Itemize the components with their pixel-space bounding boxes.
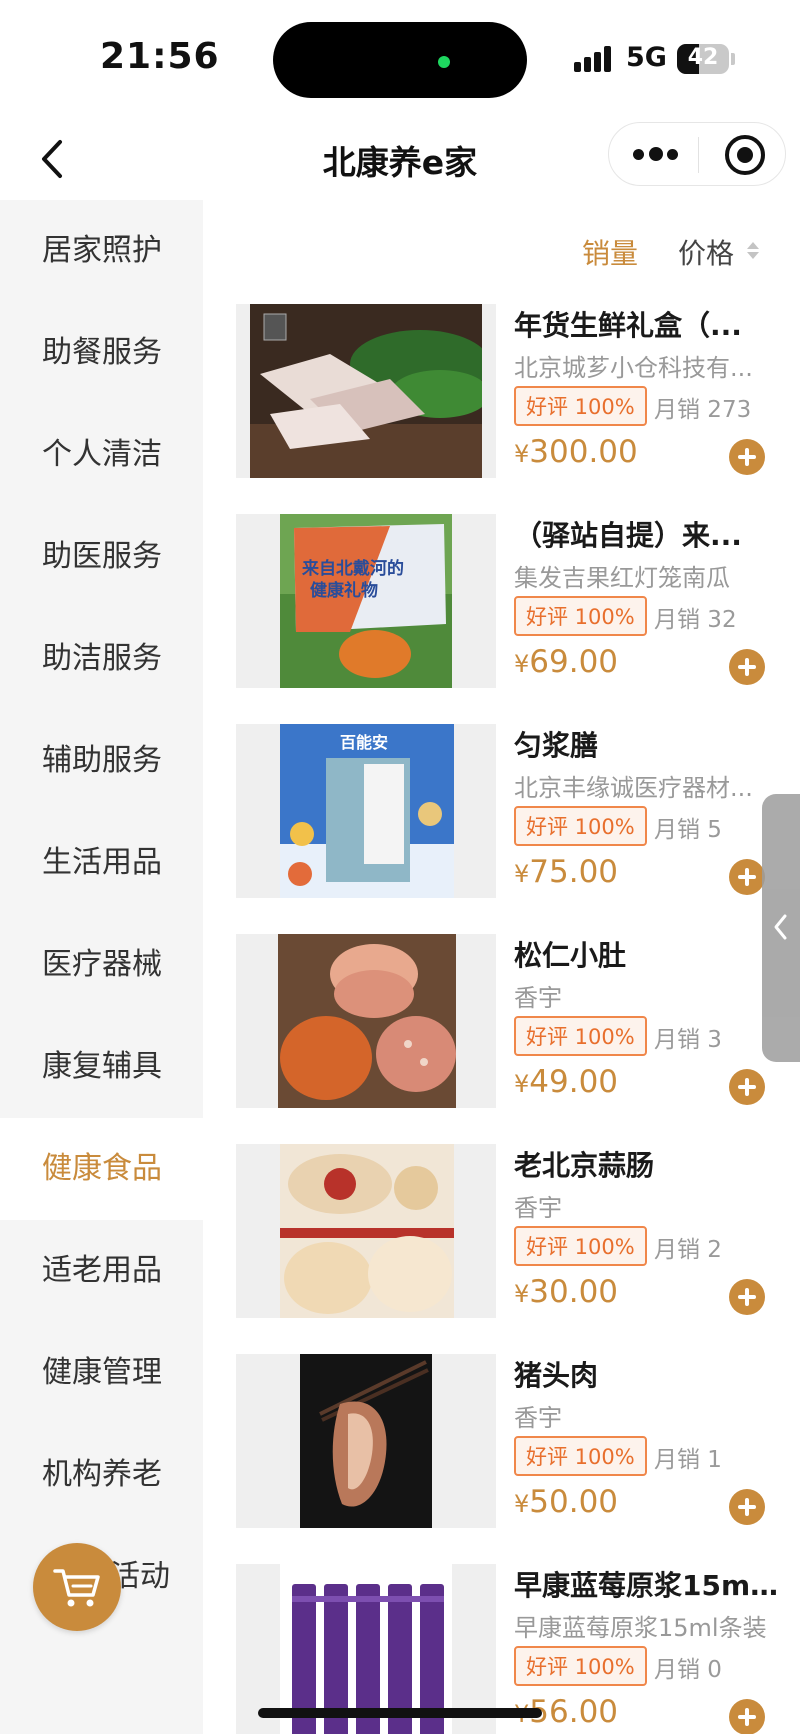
rating-badge: 好评 100% bbox=[514, 596, 647, 636]
add-to-cart-button[interactable] bbox=[729, 859, 765, 895]
box-text: 来自北戴河的 bbox=[301, 558, 404, 579]
product-title: 早康蓝莓原浆15m... bbox=[514, 1569, 779, 1602]
page-title: 北康养e家 bbox=[322, 143, 478, 182]
camera-indicator-icon bbox=[438, 56, 450, 68]
brand-text: 百能安 bbox=[340, 733, 388, 752]
add-to-cart-button[interactable] bbox=[729, 1699, 765, 1734]
sidebar-item-assist-service[interactable]: 辅助服务 bbox=[0, 710, 203, 812]
product-price: ¥69.00 bbox=[514, 644, 619, 680]
product-image: 百能安 bbox=[236, 724, 496, 898]
rating-badge: 好评 100% bbox=[514, 1016, 647, 1056]
monthly-sales: 月销 32 bbox=[654, 607, 737, 633]
battery-tip bbox=[731, 53, 735, 65]
capsule-divider bbox=[698, 137, 699, 173]
product-shop: 香宇 bbox=[514, 1194, 562, 1222]
product-card[interactable]: 来自北戴河的 健康礼物 （驿站自提）来... 集发吉果红灯笼南瓜 好评 100%… bbox=[236, 514, 781, 688]
product-title: 匀浆膳 bbox=[514, 729, 599, 762]
product-shop: 早康蓝莓原浆15ml条装 bbox=[514, 1614, 767, 1642]
product-price: ¥300.00 bbox=[514, 434, 638, 470]
product-shop: 香宇 bbox=[514, 1404, 562, 1432]
chevron-left-icon bbox=[774, 914, 787, 940]
box-text: 健康礼物 bbox=[310, 580, 378, 601]
target-icon bbox=[737, 147, 753, 163]
back-button[interactable] bbox=[30, 134, 80, 184]
add-to-cart-button[interactable] bbox=[729, 1069, 765, 1105]
dynamic-island bbox=[273, 22, 527, 98]
sort-by-sales[interactable]: 销量 bbox=[582, 232, 638, 272]
monthly-sales: 月销 0 bbox=[654, 1657, 722, 1683]
home-indicator bbox=[258, 1708, 542, 1718]
sort-by-price[interactable]: 价格 bbox=[678, 232, 734, 272]
rating-badge: 好评 100% bbox=[514, 1226, 647, 1266]
sidebar-item-medical-assist[interactable]: 助医服务 bbox=[0, 506, 203, 608]
signal-icon bbox=[574, 46, 614, 72]
rating-badge: 好评 100% bbox=[514, 1646, 647, 1686]
mini-program-capsule bbox=[608, 122, 786, 186]
sidebar-item-elderly-goods[interactable]: 适老用品 bbox=[0, 1220, 203, 1322]
product-price: ¥50.00 bbox=[514, 1484, 619, 1520]
add-to-cart-button[interactable] bbox=[729, 1489, 765, 1525]
sidebar-item-personal-cleaning[interactable]: 个人清洁 bbox=[0, 404, 203, 506]
product-title: 老北京蒜肠 bbox=[514, 1149, 655, 1182]
add-to-cart-button[interactable] bbox=[729, 439, 765, 475]
product-title: （驿站自提）来... bbox=[514, 519, 742, 552]
product-card[interactable]: 松仁小肚 香宇 好评 100% 月销 3 ¥49.00 bbox=[236, 934, 781, 1108]
product-image: 来自北戴河的 健康礼物 bbox=[236, 514, 496, 688]
rating-badge: 好评 100% bbox=[514, 386, 647, 426]
rating-badge: 好评 100% bbox=[514, 806, 647, 846]
add-to-cart-button[interactable] bbox=[729, 649, 765, 685]
sidebar-item-home-care[interactable]: 居家照护 bbox=[0, 200, 203, 302]
product-title: 猪头肉 bbox=[514, 1359, 599, 1392]
product-price: ¥49.00 bbox=[514, 1064, 619, 1100]
sidebar-item-daily-goods[interactable]: 生活用品 bbox=[0, 812, 203, 914]
category-sidebar: 居家照护 助餐服务 个人清洁 助医服务 助洁服务 辅助服务 生活用品 医疗器械 … bbox=[0, 200, 203, 1734]
monthly-sales: 月销 273 bbox=[654, 397, 752, 423]
monthly-sales: 月销 3 bbox=[654, 1027, 722, 1053]
product-card[interactable]: 百能安 匀浆膳 北京丰缘诚医疗器材... 好评 100% 月销 5 ¥75.00 bbox=[236, 724, 781, 898]
product-price: ¥75.00 bbox=[514, 854, 619, 890]
monthly-sales: 月销 2 bbox=[654, 1237, 722, 1263]
network-label: 5G bbox=[626, 42, 667, 73]
product-card[interactable]: 年货生鲜礼盒（... 北京城芗小仓科技有... 好评 100% 月销 273 ¥… bbox=[236, 304, 781, 478]
nav-bar: 北康养e家 bbox=[0, 118, 800, 200]
cart-icon bbox=[53, 1569, 100, 1607]
close-mini-program-button[interactable] bbox=[725, 135, 765, 175]
add-to-cart-button[interactable] bbox=[729, 1279, 765, 1315]
product-shop: 北京城芗小仓科技有... bbox=[514, 354, 753, 382]
sidebar-item-cleaning-service[interactable]: 助洁服务 bbox=[0, 608, 203, 710]
product-image bbox=[236, 934, 496, 1108]
product-price: ¥30.00 bbox=[514, 1274, 619, 1310]
sidebar-item-rehab-aids[interactable]: 康复辅具 bbox=[0, 1016, 203, 1118]
more-button[interactable] bbox=[633, 141, 679, 169]
product-image bbox=[236, 304, 496, 478]
product-card[interactable]: 老北京蒜肠 香宇 好评 100% 月销 2 ¥30.00 bbox=[236, 1144, 781, 1318]
battery-level: 42 bbox=[687, 45, 719, 70]
side-drawer-handle[interactable] bbox=[762, 794, 800, 1062]
monthly-sales: 月销 5 bbox=[654, 817, 722, 843]
status-time: 21:56 bbox=[100, 36, 220, 77]
sidebar-item-institution-care[interactable]: 机构养老 bbox=[0, 1424, 203, 1526]
status-bar: 21:56 5G 42 bbox=[0, 0, 800, 118]
battery-icon: 42 bbox=[677, 44, 729, 74]
product-shop: 集发吉果红灯笼南瓜 bbox=[514, 564, 730, 592]
sort-arrows-icon bbox=[746, 242, 760, 262]
product-title: 年货生鲜礼盒（... bbox=[514, 309, 742, 342]
product-title: 松仁小肚 bbox=[514, 939, 627, 972]
chevron-left-icon bbox=[42, 140, 62, 178]
sidebar-item-medical-devices[interactable]: 医疗器械 bbox=[0, 914, 203, 1016]
sidebar-item-meal-service[interactable]: 助餐服务 bbox=[0, 302, 203, 404]
product-image bbox=[236, 1144, 496, 1318]
rating-badge: 好评 100% bbox=[514, 1436, 647, 1476]
cart-button[interactable] bbox=[33, 1543, 121, 1631]
product-card[interactable]: 猪头肉 香宇 好评 100% 月销 1 ¥50.00 bbox=[236, 1354, 781, 1528]
monthly-sales: 月销 1 bbox=[654, 1447, 722, 1473]
product-image bbox=[236, 1354, 496, 1528]
sidebar-item-health-management[interactable]: 健康管理 bbox=[0, 1322, 203, 1424]
sidebar-item-health-food[interactable]: 健康食品 bbox=[0, 1118, 203, 1220]
product-shop: 香宇 bbox=[514, 984, 562, 1012]
product-shop: 北京丰缘诚医疗器材... bbox=[514, 774, 753, 802]
